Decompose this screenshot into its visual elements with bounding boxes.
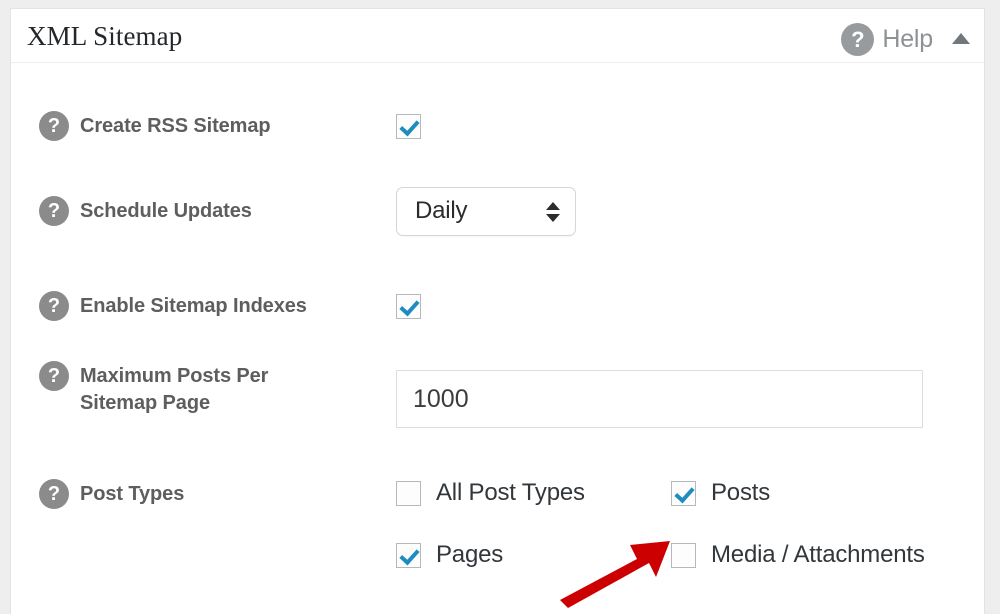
question-circle-icon[interactable]: ?	[39, 291, 69, 321]
panel-header-actions: ? Help	[841, 23, 970, 56]
triangle-up-icon	[546, 202, 560, 210]
post-type-option-posts[interactable]: Posts	[671, 479, 925, 507]
field-create-rss-sitemap	[396, 114, 421, 139]
help-button[interactable]: ? Help	[841, 23, 933, 56]
question-circle-icon: ?	[841, 23, 874, 56]
field-schedule-updates: Daily	[396, 187, 576, 236]
question-circle-icon[interactable]: ?	[39, 479, 69, 509]
checkbox-posts[interactable]	[671, 481, 696, 506]
checkbox-pages[interactable]	[396, 543, 421, 568]
input-maximum-posts-per-sitemap-page[interactable]	[396, 370, 923, 428]
label-pages: Pages	[436, 541, 503, 569]
checkbox-all-post-types[interactable]	[396, 481, 421, 506]
question-circle-icon[interactable]: ?	[39, 361, 69, 391]
label-enable-sitemap-indexes: Enable Sitemap Indexes	[80, 291, 307, 320]
post-type-option-media-attachments[interactable]: Media / Attachments	[671, 541, 925, 569]
help-label: Help	[882, 25, 933, 54]
label-post-types: Post Types	[80, 479, 184, 508]
field-maximum-posts	[396, 370, 923, 428]
field-enable-sitemap-indexes	[396, 294, 421, 319]
checkbox-enable-sitemap-indexes[interactable]	[396, 294, 421, 319]
screenshot-root: XML Sitemap ? Help ? Create RSS Sitemap	[0, 0, 1000, 614]
xml-sitemap-panel: XML Sitemap ? Help ? Create RSS Sitemap	[10, 8, 985, 614]
question-circle-icon[interactable]: ?	[39, 111, 69, 141]
question-circle-icon[interactable]: ?	[39, 196, 69, 226]
panel-header: XML Sitemap ? Help	[11, 9, 984, 63]
label-schedule-updates: Schedule Updates	[80, 196, 252, 225]
post-type-option-all-post-types[interactable]: All Post Types	[396, 479, 671, 507]
label-posts: Posts	[711, 479, 770, 507]
post-type-option-pages[interactable]: Pages	[396, 541, 671, 569]
label-create-rss-sitemap: Create RSS Sitemap	[80, 111, 271, 140]
stepper-arrows-icon	[546, 202, 560, 222]
select-schedule-updates-value: Daily	[415, 197, 467, 225]
row-label-schedule-updates: ? Schedule Updates	[39, 196, 369, 226]
label-all-post-types: All Post Types	[436, 479, 585, 507]
row-label-create-rss-sitemap: ? Create RSS Sitemap	[39, 111, 369, 141]
row-label-maximum-posts: ? Maximum Posts Per Sitemap Page	[39, 361, 369, 417]
page-title: XML Sitemap	[27, 21, 182, 52]
label-maximum-posts-per-sitemap-page: Maximum Posts Per Sitemap Page	[80, 361, 295, 417]
triangle-up-icon[interactable]	[952, 33, 970, 44]
label-media-attachments: Media / Attachments	[711, 541, 925, 569]
checkbox-media-attachments[interactable]	[671, 543, 696, 568]
checkbox-create-rss-sitemap[interactable]	[396, 114, 421, 139]
post-types-checkbox-grid: All Post Types Posts Pages Media / Attac…	[396, 479, 925, 569]
select-schedule-updates[interactable]: Daily	[396, 187, 576, 236]
row-label-enable-sitemap-indexes: ? Enable Sitemap Indexes	[39, 291, 369, 321]
row-label-post-types: ? Post Types	[39, 479, 369, 509]
triangle-down-icon	[546, 214, 560, 222]
